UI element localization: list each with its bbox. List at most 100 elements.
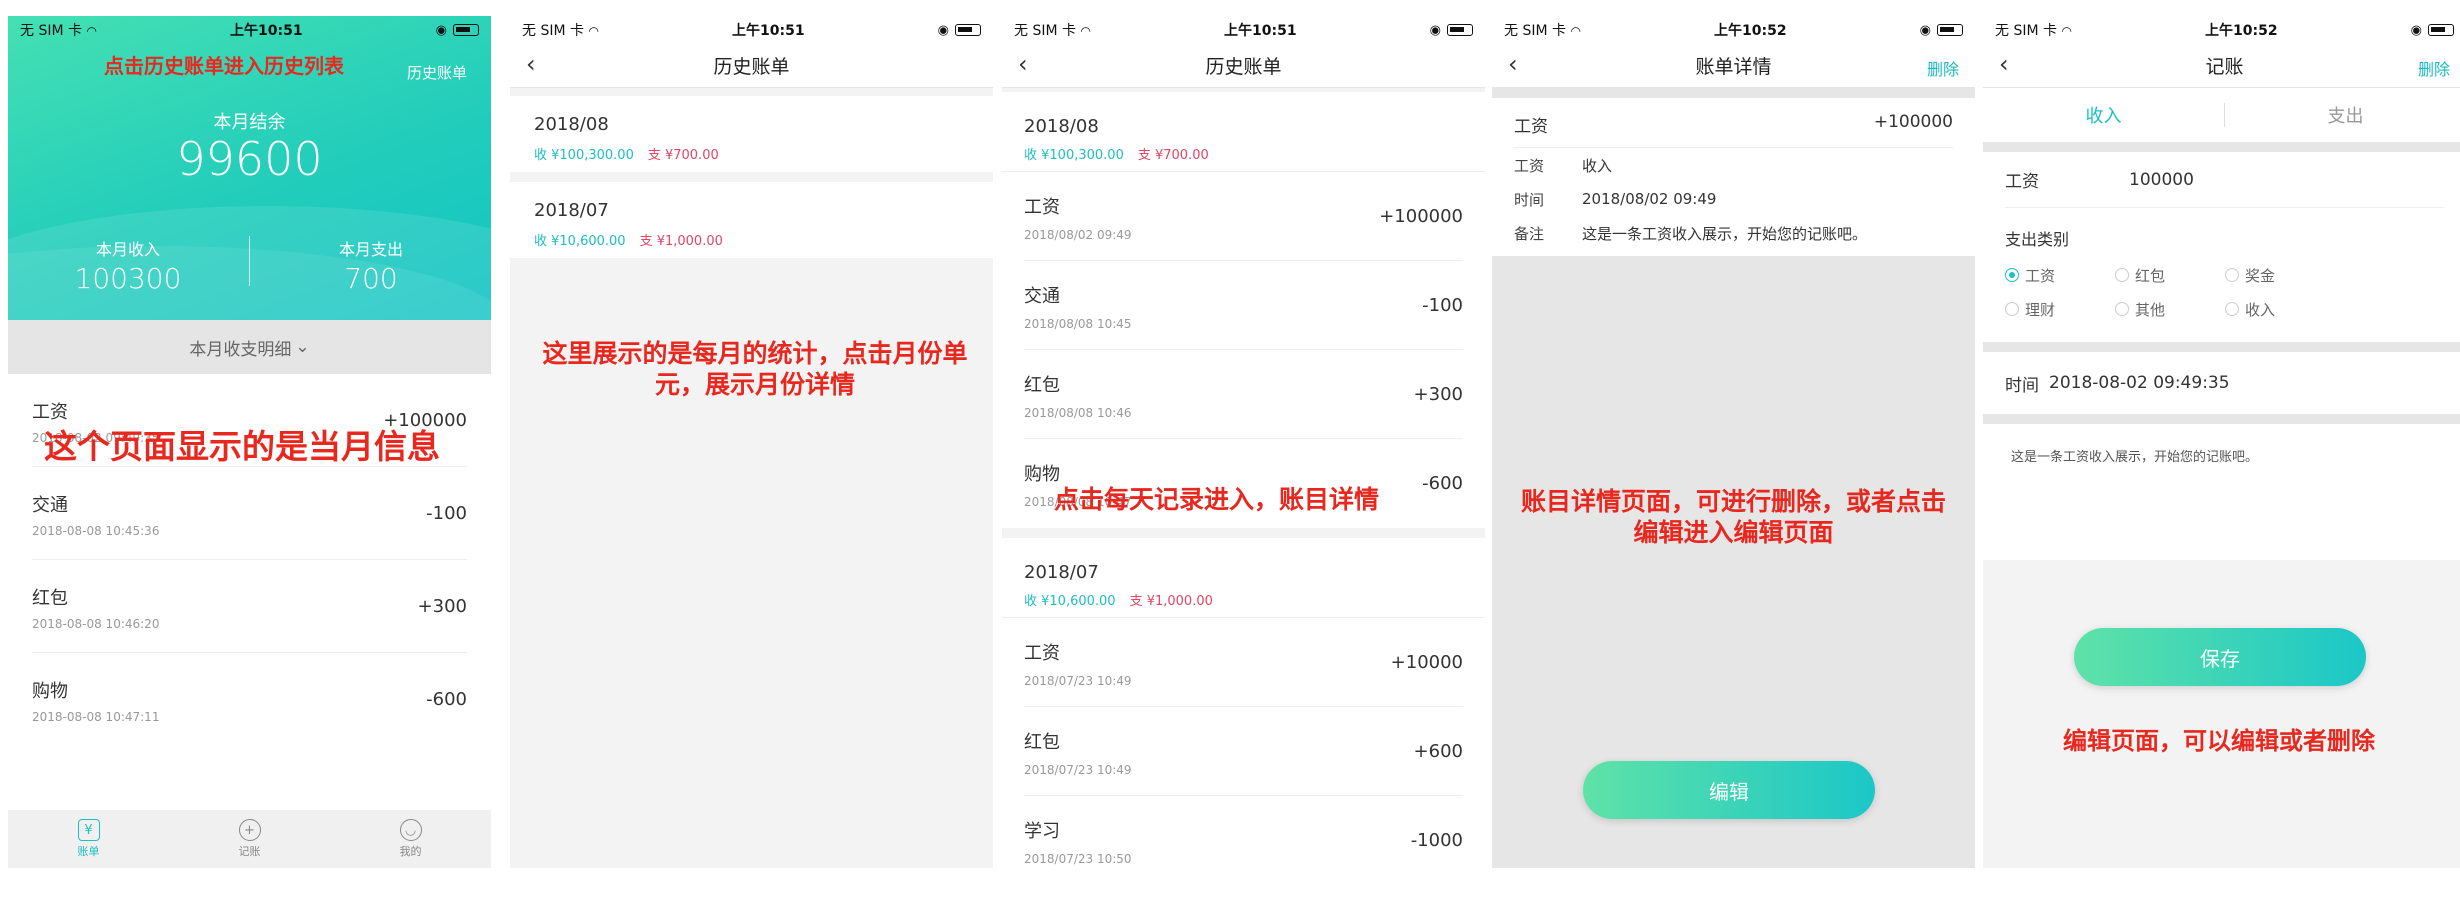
month-label: 2018/08 xyxy=(534,114,609,135)
tab-expense[interactable]: 支出 xyxy=(2225,102,2460,128)
item-name: 工资 xyxy=(1024,197,1060,218)
radio-icon xyxy=(2115,302,2129,316)
back-icon[interactable]: ‹ xyxy=(1508,52,1518,76)
carrier-label: 无 SIM 卡 ◠ xyxy=(1014,23,1091,39)
detail-amount: +100000 xyxy=(1873,112,1953,132)
list-item[interactable]: 红包 2018/07/23 10:49 +600 xyxy=(1024,707,1463,796)
item-name: 红包 xyxy=(1024,732,1060,753)
item-amount: -1000 xyxy=(1410,830,1463,851)
month-expense: 支 ¥1,000.00 xyxy=(639,234,723,249)
note-field[interactable]: 这是一条工资收入展示，开始您的记账吧。 xyxy=(1983,424,2460,560)
item-time: 2018/07/23 10:49 xyxy=(1024,674,1132,688)
category-radio[interactable]: 其他 xyxy=(2115,292,2225,326)
category-radio[interactable]: 工资 xyxy=(2005,258,2115,292)
list-item[interactable]: 工资 2018/07/23 10:49 +10000 xyxy=(1024,618,1463,707)
month-list: 2018/07 收 ¥10,600.00 支 ¥1,000.00 xyxy=(510,182,993,258)
screen-history: 无 SIM 卡 ◠ 上午10:51 ◉ ‹ 历史账单 2018/08 收 ¥10… xyxy=(510,16,993,868)
section-gap xyxy=(1983,342,2460,352)
history-bills-link[interactable]: 历史账单 xyxy=(407,62,467,83)
wifi-icon: ◠ xyxy=(86,24,97,38)
category-title: 支出类别 xyxy=(2005,230,2070,249)
radio-label: 工资 xyxy=(2025,266,2056,285)
time-row[interactable]: 时间 2018-08-02 09:49:35 xyxy=(2005,352,2444,414)
item-time: 2018-08-08 10:47:11 xyxy=(32,710,160,724)
carrier-label: 无 SIM 卡 ◠ xyxy=(20,23,97,39)
list-item[interactable]: 交通 2018-08-08 10:45:36 -100 xyxy=(32,467,467,560)
detail-key: 工资 xyxy=(1514,156,1545,175)
list-item[interactable]: 红包 2018/08/08 10:46 +300 xyxy=(1024,350,1463,439)
radio-icon xyxy=(2115,268,2129,282)
radio-icon xyxy=(2225,268,2239,282)
item-time: 2018/08/08 10:46 xyxy=(1024,406,1132,420)
detail-head: 工资 +100000 xyxy=(1514,98,1953,148)
month-row[interactable]: 2018/08 收 ¥100,300.00 支 ¥700.00 xyxy=(534,96,969,172)
detail-card: 工资 +100000 工资 收入 时间 2018/08/02 09:49 备注 这是一… xyxy=(1492,98,1975,256)
tab-bills[interactable]: ¥ 账单 xyxy=(8,810,169,868)
amount-field[interactable]: 100000 xyxy=(2129,170,2194,190)
rotation-lock-icon: ◉ xyxy=(435,22,447,38)
rotation-lock-icon: ◉ xyxy=(1429,22,1441,38)
list-item[interactable]: 红包 2018-08-08 10:46:20 +300 xyxy=(32,560,467,653)
tab-label: 账单 xyxy=(77,845,100,858)
list-item[interactable]: 购物 2018-08-08 10:47:11 -600 xyxy=(32,653,467,746)
annotation-history: 点击历史账单进入历史列表 xyxy=(104,54,344,78)
battery-icon xyxy=(2427,24,2454,36)
back-icon[interactable]: ‹ xyxy=(526,52,536,76)
plus-icon: + xyxy=(238,819,261,841)
tab-income[interactable]: 收入 xyxy=(1983,102,2224,128)
detail-key: 时间 xyxy=(1514,190,1545,209)
item-name: 交通 xyxy=(32,495,68,516)
summary-divider xyxy=(249,236,250,286)
radio-label: 红包 xyxy=(2135,266,2166,285)
nav-bar: ‹ 记账 删除 xyxy=(1983,44,2460,88)
edit-button[interactable]: 编辑 xyxy=(1583,761,1875,819)
back-icon[interactable]: ‹ xyxy=(1018,52,1028,76)
month-sums: 收 ¥100,300.00 支 ¥700.00 xyxy=(1024,144,1209,163)
month-label: 2018/07 xyxy=(1024,562,1099,583)
detail-row: 工资 收入 xyxy=(1514,148,1953,182)
list-item[interactable]: 学习 2018/07/23 10:50 -1000 xyxy=(1024,796,1463,868)
detail-row: 备注 这是一条工资收入展示，开始您的记账吧。 xyxy=(1514,216,1953,250)
item-name: 交通 xyxy=(1024,286,1060,307)
month-label: 2018/08 xyxy=(1024,116,1099,137)
nav-bar: ‹ 历史账单 xyxy=(510,44,993,88)
annotation-monthly: 这里展示的是每月的统计，点击月份单元，展示月份详情 xyxy=(542,339,968,400)
back-icon[interactable]: ‹ xyxy=(1999,52,2009,76)
wifi-icon: ◠ xyxy=(1080,24,1091,38)
item-name: 购物 xyxy=(32,681,68,702)
delete-button[interactable]: 删除 xyxy=(1927,56,1959,80)
list-item[interactable]: 交通 2018/08/08 10:45 -100 xyxy=(1024,261,1463,350)
item-amount: -600 xyxy=(426,689,467,710)
page-title: 记账 xyxy=(2205,56,2244,78)
save-button[interactable]: 保存 xyxy=(2074,628,2366,686)
category-radio[interactable]: 收入 xyxy=(2225,292,2335,326)
month-income: 收 ¥10,600.00 xyxy=(1024,594,1116,609)
category-radio[interactable]: 红包 xyxy=(2115,258,2225,292)
battery-icon xyxy=(1936,24,1963,36)
list-item[interactable]: 工资 2018/08/02 09:49 +100000 xyxy=(1024,172,1463,261)
month-sums: 收 ¥100,300.00 支 ¥700.00 xyxy=(534,144,719,163)
status-bar: 无 SIM 卡 ◠ 上午10:51 ◉ xyxy=(1002,16,1485,44)
tab-record[interactable]: + 记账 xyxy=(169,810,330,868)
category-radio[interactable]: 理财 xyxy=(2005,292,2115,326)
month-row[interactable]: 2018/07 收 ¥10,600.00 支 ¥1,000.00 xyxy=(534,182,969,258)
month-income: 收 ¥10,600.00 xyxy=(534,234,626,249)
rotation-lock-icon: ◉ xyxy=(2410,22,2422,38)
chevron-down-icon: ⌄ xyxy=(295,337,310,357)
month-section: 2018/08 收 ¥100,300.00 支 ¥700.00 工资 2018/0… xyxy=(1002,92,1485,528)
tab-label: 记账 xyxy=(238,845,261,858)
delete-button[interactable]: 删除 xyxy=(2418,56,2450,80)
detail-toggle[interactable]: 本月收支明细 ⌄ xyxy=(8,320,491,374)
annotation-detail: 账目详情页面，可进行删除，或者点击编辑进入编辑页面 xyxy=(1520,487,1946,548)
radio-icon xyxy=(2225,302,2239,316)
expense-summary: 本月支出 700 xyxy=(261,236,481,295)
yen-icon: ¥ xyxy=(77,819,100,841)
detail-key: 备注 xyxy=(1514,224,1545,243)
category-radio[interactable]: 奖金 xyxy=(2225,258,2335,292)
month-expense: 支 ¥700.00 xyxy=(647,148,719,163)
carrier-label: 无 SIM 卡 ◠ xyxy=(1995,23,2072,39)
expense-value: 700 xyxy=(344,262,398,295)
status-time: 上午10:52 xyxy=(2205,23,2278,39)
item-time: 2018/08/08 10:45 xyxy=(1024,317,1132,331)
tab-profile[interactable]: ◡ 我的 xyxy=(330,810,491,868)
